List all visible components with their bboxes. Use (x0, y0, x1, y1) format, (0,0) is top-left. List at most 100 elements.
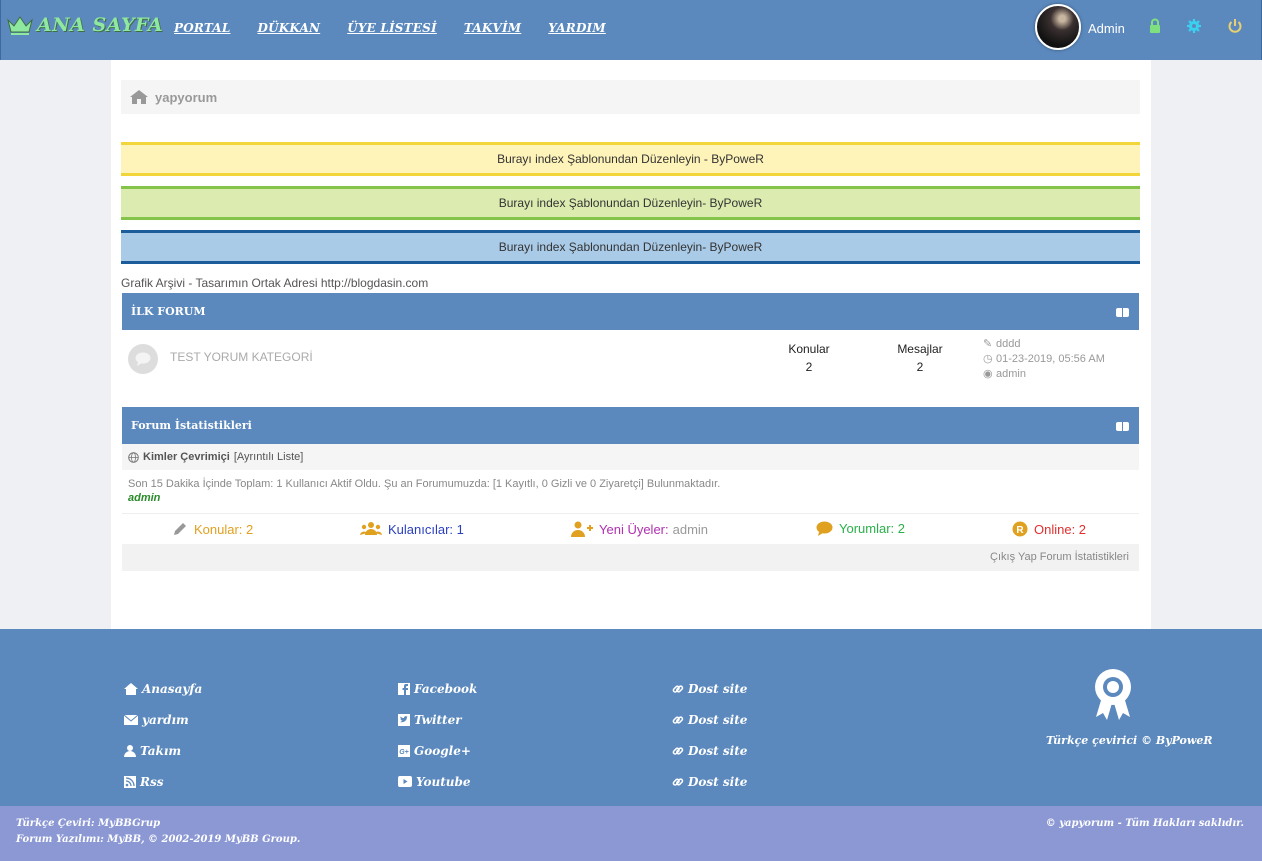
youtube-icon (398, 776, 412, 787)
footer-link-google-label: Google+ (414, 743, 471, 758)
twitter-icon (398, 713, 410, 726)
stat-new-members: Yeni Üyeler: admin (571, 521, 708, 537)
footer-link-team-label: Takım (140, 743, 182, 758)
collapse-icon[interactable] (1116, 422, 1129, 431)
collapse-icon[interactable] (1116, 308, 1129, 317)
footer-link-friend-2-label: Dost site (688, 712, 748, 727)
stats-footer-link[interactable]: Çıkış Yap Forum İstatistikleri (990, 551, 1129, 563)
who-online-label: Kimler Çevrimiçi (143, 451, 230, 463)
breadcrumb-home[interactable]: yapyorum (155, 90, 217, 105)
who-online-link[interactable]: [Ayrıntılı Liste] (234, 451, 304, 463)
notice-green: Burayı index Şablonundan Düzenleyin- ByP… (121, 186, 1140, 220)
threads-column: Konular 2 (774, 342, 844, 374)
nav-calendar[interactable]: TAKVİM (464, 21, 521, 35)
footer-link-google[interactable]: G+ Google+ (398, 735, 477, 766)
footer-link-home[interactable]: Anasayfa (124, 673, 202, 704)
footer-link-facebook-label: Facebook (414, 681, 478, 696)
last-post-title[interactable]: dddd (996, 338, 1020, 350)
software-line[interactable]: Forum Yazılımı: MyBB, © 2002-2019 MyBB G… (16, 834, 300, 845)
users-icon (360, 522, 382, 535)
stat-users: Kulanıcılar: 1 (360, 521, 464, 537)
footer-link-rss[interactable]: Rss (124, 766, 202, 797)
crown-icon (7, 16, 33, 35)
footer-link-help[interactable]: yardım (124, 704, 202, 735)
footer-link-home-label: Anasayfa (142, 681, 203, 696)
forum-row: TEST YORUM KATEGORİ Konular 2 Mesajlar 2… (122, 330, 1139, 392)
category-title[interactable]: İLK FORUM (131, 305, 206, 318)
chat-bubble-icon (135, 352, 151, 366)
registered-icon: R (1012, 521, 1028, 537)
footer-link-friend-4-label: Dost site (688, 774, 748, 789)
top-navbar: ANA SAYFA PORTAL DÜKKAN ÜYE LİSTESİ TAKV… (0, 0, 1262, 60)
forum-name[interactable]: TEST YORUM KATEGORİ (170, 350, 313, 364)
footer-link-friend-3-label: Dost site (688, 743, 748, 758)
copyright-text: © yapyorum - Tüm Hakları saklıdır. (1045, 818, 1244, 829)
svg-text:G+: G+ (399, 749, 409, 756)
footer-link-team[interactable]: Takım (124, 735, 202, 766)
nav-member-list[interactable]: ÜYE LİSTESİ (347, 21, 437, 35)
stat-new-members-label: Yeni Üyeler: (599, 521, 669, 537)
footer-link-facebook[interactable]: Facebook (398, 673, 477, 704)
clock-icon: ◷ (983, 353, 993, 365)
facebook-icon (398, 682, 410, 695)
footer-link-friend-2[interactable]: Dost site (672, 704, 747, 735)
nav-help[interactable]: YARDIM (548, 21, 606, 35)
footer-col-site: Anasayfa yardım Takım Rss (124, 673, 202, 797)
main-content: yapyorum Burayı index Şablonundan Düzenl… (111, 60, 1151, 629)
user-icon (124, 744, 136, 757)
notice-yellow: Burayı index Şablonundan Düzenleyin - By… (121, 142, 1140, 176)
rss-icon (124, 775, 136, 788)
footer-link-twitter[interactable]: Twitter (398, 704, 477, 735)
footer-link-friend-4[interactable]: Dost site (672, 766, 747, 797)
stat-comments-text: Yorumlar: 2 (839, 521, 905, 536)
notice-blue: Burayı index Şablonundan Düzenleyin- ByP… (121, 230, 1140, 264)
stat-new-member[interactable]: admin (673, 522, 708, 537)
translation-credit: Türkçe çevirici © ByPoweR (1046, 734, 1213, 747)
power-icon[interactable] (1227, 18, 1243, 34)
last-post-date: 01-23-2019, 05:56 AM (996, 353, 1105, 365)
footer-link-friend-1[interactable]: Dost site (672, 673, 747, 704)
avatar[interactable] (1035, 4, 1081, 50)
user-plus-icon (571, 521, 593, 537)
main-nav: PORTAL DÜKKAN ÜYE LİSTESİ TAKVİM YARDIM (174, 21, 633, 35)
translation-line[interactable]: Türkçe Çeviri: MyBBGrup (16, 818, 160, 829)
footer-link-rss-label: Rss (140, 774, 164, 789)
who-online-text: Son 15 Dakika İçinde Toplam: 1 Kullanıcı… (128, 478, 721, 490)
link-icon (672, 715, 684, 724)
nav-portal[interactable]: PORTAL (174, 21, 230, 35)
stat-threads-text: Konular: 2 (194, 521, 254, 537)
footer-link-youtube[interactable]: Youtube (398, 766, 477, 797)
footer-link-friend-3[interactable]: Dost site (672, 735, 747, 766)
footer-link-help-label: yardım (142, 712, 189, 727)
lock-icon[interactable] (1147, 18, 1163, 34)
gear-icon[interactable] (1186, 18, 1202, 34)
user-circle-icon: ◉ (983, 368, 993, 380)
copyright-bar: Türkçe Çeviri: MyBBGrup Forum Yazılımı: … (0, 806, 1262, 861)
stat-users-text: Kulanıcılar: 1 (388, 521, 464, 537)
online-user[interactable]: admin (128, 492, 160, 504)
site-logo[interactable]: ANA SAYFA (7, 14, 163, 36)
home-icon[interactable] (129, 89, 149, 105)
nav-shop[interactable]: DÜKKAN (257, 21, 320, 35)
breadcrumb: yapyorum (121, 80, 1140, 114)
stats-title: Forum İstatistikleri (131, 419, 252, 432)
posts-column: Mesajlar 2 (885, 342, 955, 374)
pencil-icon: ✎ (983, 338, 993, 350)
user-name[interactable]: Admin (1088, 21, 1125, 36)
stat-online: R Online: 2 (1012, 521, 1086, 537)
google-plus-icon: G+ (398, 744, 410, 757)
footer-col-social: Facebook Twitter G+ Google+ Youtube (398, 673, 477, 797)
stats-summary: Konular: 2 Kulanıcılar: 1 Yeni Üyeler: a… (122, 513, 1139, 544)
footer: Anasayfa yardım Takım Rss Facebook Twitt… (0, 629, 1262, 806)
stats-footer: Çıkış Yap Forum İstatistikleri (122, 544, 1139, 571)
last-post: ✎ dddd ◷ 01-23-2019, 05:56 AM ◉ admin (983, 337, 1105, 382)
logo-text: ANA SAYFA (37, 14, 164, 36)
footer-link-friend-1-label: Dost site (688, 681, 748, 696)
credit-line: Grafik Arşivi - Tasarımın Ortak Adresi h… (121, 276, 429, 290)
threads-value: 2 (805, 360, 813, 374)
forum-status-icon (128, 344, 158, 374)
svg-text:R: R (1016, 525, 1024, 536)
footer-col-friends: Dost site Dost site Dost site Dost site (672, 673, 747, 797)
last-post-user[interactable]: admin (996, 368, 1026, 380)
award-icon (1095, 669, 1131, 720)
